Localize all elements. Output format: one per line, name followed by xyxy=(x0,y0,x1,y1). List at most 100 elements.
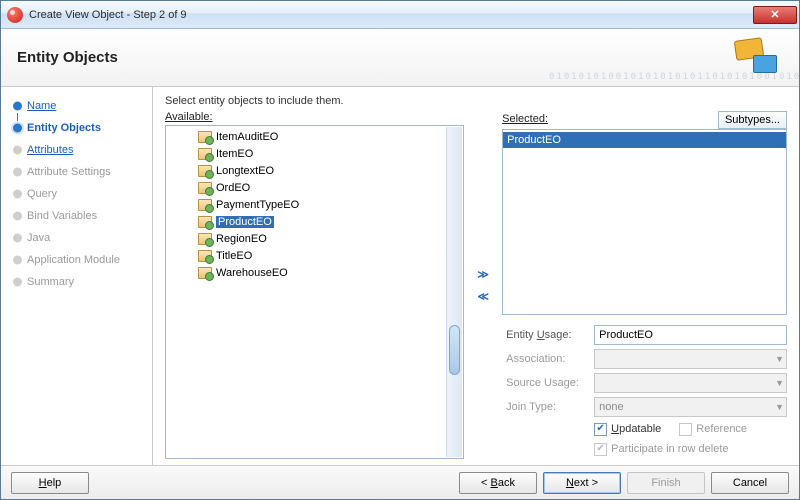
entity-form: Entity Usage: Association: ▼ Source Usag… xyxy=(502,323,787,459)
reference-checkbox: Reference xyxy=(679,423,747,436)
subtypes-button[interactable]: Subtypes... xyxy=(718,111,787,129)
dialog-body: Name Entity Objects Attributes Attribute Se… xyxy=(1,87,799,465)
finish-button: Finish xyxy=(627,472,705,494)
wizard-steps: Name Entity Objects Attributes Attribute Se… xyxy=(1,87,153,465)
chevron-left-icon: ≪ xyxy=(477,290,489,303)
chevron-right-icon: ≫ xyxy=(477,268,489,281)
selected-item[interactable]: ProductEO xyxy=(503,132,786,148)
step-dot-icon xyxy=(13,212,22,221)
main-panel: Select entity objects to include them. A… xyxy=(153,87,799,465)
entity-object-icon xyxy=(198,165,212,177)
help-button[interactable]: Help xyxy=(11,472,89,494)
step-dot-icon xyxy=(13,124,22,133)
list-item-label: ItemAuditEO xyxy=(216,131,278,143)
join-type-combo: none▼ xyxy=(594,397,787,417)
step-dot-icon xyxy=(13,256,22,265)
available-item[interactable]: ItemAuditEO xyxy=(166,128,463,145)
updatable-checkbox[interactable]: ✔Updatable xyxy=(594,423,661,436)
scrollbar[interactable] xyxy=(446,127,462,457)
available-item[interactable]: WarehouseEO xyxy=(166,264,463,281)
association-combo: ▼ xyxy=(594,349,787,369)
entity-usage-field[interactable] xyxy=(594,325,787,345)
step-label: Query xyxy=(27,188,57,200)
wizard-step-attribute-settings: Attribute Settings xyxy=(9,161,152,183)
close-icon: ✕ xyxy=(770,8,779,21)
chevron-down-icon: ▼ xyxy=(775,402,784,412)
list-item-label: RegionEO xyxy=(216,233,267,245)
next-button[interactable]: Next > xyxy=(543,472,621,494)
list-item-label: OrdEO xyxy=(216,182,250,194)
step-label: Entity Objects xyxy=(27,122,101,134)
step-dot-icon xyxy=(13,278,22,287)
selected-pane: Selected: Subtypes... ProductEO Entity U… xyxy=(502,111,787,459)
step-dot-icon xyxy=(13,168,22,177)
scrollbar-thumb[interactable] xyxy=(449,325,460,375)
entity-object-icon xyxy=(198,216,212,228)
entity-object-icon xyxy=(198,233,212,245)
wizard-step-name[interactable]: Name xyxy=(9,95,152,117)
entity-object-icon xyxy=(198,148,212,160)
step-label: Java xyxy=(27,232,50,244)
add-button[interactable]: ≫ xyxy=(475,266,491,282)
wizard-step-bind-variables: Bind Variables xyxy=(9,205,152,227)
entity-object-icon xyxy=(198,182,212,194)
available-label: Available: xyxy=(165,111,213,123)
available-item[interactable]: PaymentTypeEO xyxy=(166,196,463,213)
chevron-down-icon: ▼ xyxy=(775,354,784,364)
step-label: Application Module xyxy=(27,254,120,266)
source-usage-label: Source Usage: xyxy=(506,377,588,389)
entity-usage-label: Entity Usage: xyxy=(506,329,588,341)
step-dot-icon xyxy=(13,146,22,155)
available-item[interactable]: LongtextEO xyxy=(166,162,463,179)
list-item-label: LongtextEO xyxy=(216,165,274,177)
button-bar: Help < Back Next > Finish Cancel xyxy=(1,465,799,499)
list-item-label: ProductEO xyxy=(507,134,561,146)
step-dot-icon xyxy=(13,190,22,199)
titlebar[interactable]: Create View Object - Step 2 of 9 ✕ xyxy=(1,1,799,29)
available-item[interactable]: RegionEO xyxy=(166,230,463,247)
checkbox-checked-icon: ✔ xyxy=(594,423,607,436)
wizard-step-attributes[interactable]: Attributes xyxy=(9,139,152,161)
step-label: Name xyxy=(27,100,56,112)
list-item-label: PaymentTypeEO xyxy=(216,199,299,211)
available-pane: Available: ItemAuditEO ItemEO LongtextEO Or… xyxy=(165,111,464,459)
close-button[interactable]: ✕ xyxy=(753,6,797,24)
back-button[interactable]: < Back xyxy=(459,472,537,494)
source-usage-combo: ▼ xyxy=(594,373,787,393)
association-label: Association: xyxy=(506,353,588,365)
entity-object-icon xyxy=(198,131,212,143)
selected-label: Selected: xyxy=(502,113,548,125)
entity-object-icon xyxy=(198,250,212,262)
banner: Entity Objects 0101010100101010101011010… xyxy=(1,29,799,87)
instruction-text: Select entity objects to include them. xyxy=(165,95,787,107)
step-dot-icon xyxy=(13,234,22,243)
available-item[interactable]: ItemEO xyxy=(166,145,463,162)
wizard-step-query: Query xyxy=(9,183,152,205)
step-dot-icon xyxy=(13,102,22,111)
available-item[interactable]: ProductEO xyxy=(166,213,463,230)
available-item[interactable]: TitleEO xyxy=(166,247,463,264)
available-listbox[interactable]: ItemAuditEO ItemEO LongtextEO OrdEO PaymentT… xyxy=(165,125,464,459)
participate-checkbox: ✔Participate in row delete xyxy=(594,443,728,456)
remove-button[interactable]: ≪ xyxy=(475,288,491,304)
list-item-label: ItemEO xyxy=(216,148,253,160)
selected-listbox[interactable]: ProductEO xyxy=(502,129,787,315)
wizard-step-java: Java xyxy=(9,227,152,249)
banner-graphic xyxy=(729,35,789,79)
available-item[interactable]: OrdEO xyxy=(166,179,463,196)
checkbox-checked-icon: ✔ xyxy=(594,443,607,456)
wizard-step-application-module: Application Module xyxy=(9,249,152,271)
window-title: Create View Object - Step 2 of 9 xyxy=(29,9,187,21)
join-type-label: Join Type: xyxy=(506,401,588,413)
step-label: Bind Variables xyxy=(27,210,97,222)
checkbox-icon xyxy=(679,423,692,436)
step-label: Attribute Settings xyxy=(27,166,111,178)
step-label: Summary xyxy=(27,276,74,288)
list-item-label: WarehouseEO xyxy=(216,267,288,279)
shuttle-buttons: ≫ ≪ xyxy=(472,111,494,459)
list-item-label: ProductEO xyxy=(216,216,274,228)
wizard-step-entity-objects[interactable]: Entity Objects xyxy=(9,117,152,139)
shuttle-layout: Available: ItemAuditEO ItemEO LongtextEO Or… xyxy=(165,111,787,459)
cancel-button[interactable]: Cancel xyxy=(711,472,789,494)
list-item-label: TitleEO xyxy=(216,250,252,262)
